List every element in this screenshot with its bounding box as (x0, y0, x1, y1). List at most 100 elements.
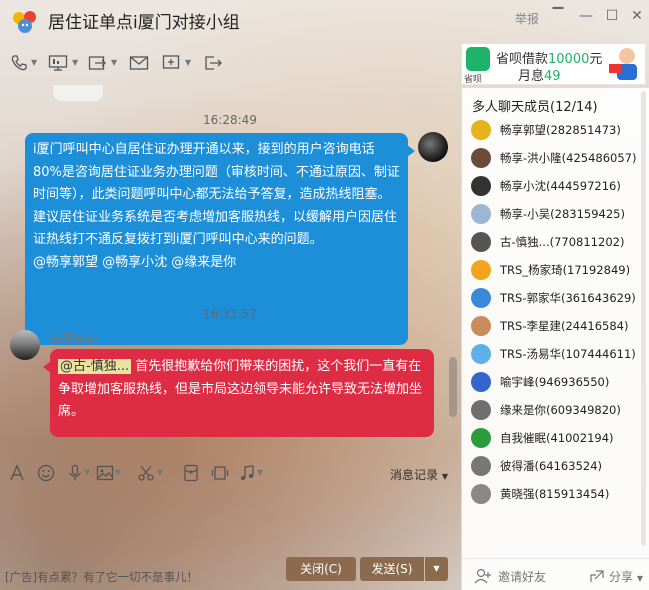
sender-name: 缘来是你 (50, 332, 99, 346)
add-app-icon[interactable] (162, 54, 182, 74)
member-list-item[interactable]: 畅享小沈(444597216) (471, 174, 646, 200)
member-avatar[interactable] (471, 148, 491, 168)
member-list-item[interactable]: 缘来是你(609349820) (471, 398, 646, 424)
member-avatar[interactable] (471, 260, 491, 280)
footer-ad-text[interactable]: [广告]有点累？有了它一切不是事儿！ (5, 569, 198, 585)
image-icon[interactable] (96, 464, 114, 482)
chat-window: 居住证单点i厦门对接小组 举报 ▔ — ☐ ✕ ▼ ▼ ▼ ▼ 省呗 省呗借款1… (0, 0, 649, 590)
history-dropdown-icon: ▼ (441, 472, 448, 481)
send-button[interactable]: 发送(S) (360, 557, 424, 581)
member-list-item[interactable]: 自我催眠(41002194) (471, 426, 646, 452)
phone-icon[interactable] (10, 54, 28, 74)
message-timestamp: 16:28:49 (203, 113, 257, 127)
app-dropdown-icon[interactable]: ▼ (185, 58, 191, 67)
member-list-item[interactable]: 喻宇峰(946936550) (471, 370, 646, 396)
window-title: 居住证单点i厦门对接小组 (48, 13, 240, 33)
member-avatar[interactable] (471, 232, 491, 252)
phone-dropdown-icon[interactable]: ▼ (31, 58, 37, 67)
message-bubble-other[interactable]: @古-慎独... 首先很抱歉给你们带来的困扰，这个我们一直有在争取增加客服热线，… (43, 349, 434, 437)
member-name: 彼得潘(64163524) (500, 459, 603, 473)
member-name: 畅享-小吴(283159425) (500, 207, 625, 221)
member-name: 畅享郭望(282851473) (500, 123, 621, 137)
message-history-link[interactable]: 消息记录 ▼ (390, 466, 448, 483)
report-link[interactable]: 举报 (515, 10, 539, 27)
member-name: 黄晓强(815913454) (500, 487, 610, 501)
minimize-icon[interactable]: — (578, 8, 594, 24)
screen-dropdown-icon[interactable]: ▼ (72, 58, 78, 67)
member-list-item[interactable]: TRS-郭家华(361643629) (471, 286, 646, 312)
member-scrollbar[interactable] (640, 91, 647, 546)
member-list-item[interactable]: 畅享-小吴(283159425) (471, 202, 646, 228)
share-dropdown-icon: ▼ (636, 574, 643, 583)
member-list-item[interactable]: 古-慎独...(770811202) (471, 230, 646, 256)
member-panel-header: 多人聊天成员(12/14) (472, 100, 598, 115)
more-dropdown-icon[interactable]: ▼ (257, 468, 263, 477)
avatar-self[interactable] (418, 132, 448, 162)
member-name: 喻宇峰(946936550) (500, 375, 610, 389)
member-name: TRS-汤易华(107444611) (500, 347, 636, 361)
emoji-icon[interactable] (37, 464, 55, 482)
member-avatar[interactable] (471, 316, 491, 336)
skin-icon[interactable]: ▔ (550, 8, 566, 24)
title-bar: 居住证单点i厦门对接小组 举报 ▔ — ☐ ✕ (0, 0, 649, 40)
member-name: 自我催眠(41002194) (500, 431, 614, 445)
message-mentions: @畅享郭望 @畅享小沈 @缘来是你 (33, 254, 237, 270)
member-avatar[interactable] (471, 372, 491, 392)
maximize-icon[interactable]: ☐ (604, 8, 620, 24)
invite-friends-link[interactable]: 邀请好友 (498, 568, 546, 585)
member-name: 畅享小沈(444597216) (500, 179, 621, 193)
ad-figure-icon (609, 48, 637, 80)
exit-group-icon[interactable] (203, 54, 223, 74)
share-icon[interactable] (588, 567, 606, 585)
voice-dropdown-icon[interactable]: ▼ (84, 468, 90, 477)
member-avatar[interactable] (471, 204, 491, 224)
close-icon[interactable]: ✕ (629, 8, 645, 24)
member-list-item[interactable]: TRS_杨家琦(17192849) (471, 258, 646, 284)
member-avatar[interactable] (471, 428, 491, 448)
member-panel-footer: 邀请好友 分享 ▼ (462, 558, 649, 590)
file-dropdown-icon[interactable]: ▼ (111, 58, 117, 67)
screenshot-scissors-icon[interactable] (137, 464, 155, 482)
message-text: i厦门呼叫中心自居住证办理开通以来，接到的用户咨询电话80%是咨询居住证业务办理… (33, 142, 400, 247)
member-avatar[interactable] (471, 400, 491, 420)
share-link[interactable]: 分享 ▼ (609, 568, 643, 585)
mention-chip[interactable]: @古-慎独... (58, 359, 132, 374)
invite-icon[interactable] (474, 567, 492, 585)
member-avatar[interactable] (471, 176, 491, 196)
ad-banner[interactable]: 省呗 省呗借款10000元 月息49 (461, 43, 646, 85)
member-avatar[interactable] (471, 120, 491, 140)
screenshot-dropdown-icon[interactable]: ▼ (157, 468, 163, 477)
member-list-item[interactable]: TRS-汤易华(107444611) (471, 342, 646, 368)
image-dropdown-icon[interactable]: ▼ (115, 468, 121, 477)
member-list-item[interactable]: 畅享-洪小隆(425486057) (471, 146, 646, 172)
message-timestamp: 16:31:57 (203, 307, 257, 321)
transfer-file-icon[interactable] (88, 54, 108, 74)
member-list-item[interactable]: 畅享郭望(282851473) (471, 118, 646, 144)
member-name: TRS-李星建(24416584) (500, 319, 629, 333)
send-options-button[interactable]: ▼ (425, 557, 448, 581)
shake-window-icon[interactable] (211, 464, 229, 482)
voice-message-icon[interactable] (66, 464, 84, 482)
group-chat-icon (13, 11, 36, 33)
member-avatar[interactable] (471, 456, 491, 476)
member-name: TRS-郭家华(361643629) (500, 291, 636, 305)
member-avatar[interactable] (471, 288, 491, 308)
mail-icon[interactable] (129, 54, 149, 74)
member-list-item[interactable]: 彼得潘(64163524) (471, 454, 646, 480)
screen-share-icon[interactable] (48, 54, 68, 74)
member-list-item[interactable]: TRS-李星建(24416584) (471, 314, 646, 340)
chat-scrollbar[interactable] (449, 357, 457, 417)
music-note-icon[interactable] (238, 464, 256, 482)
member-name: 古-慎独...(770811202) (500, 235, 625, 249)
avatar-other[interactable] (10, 330, 40, 360)
red-packet-icon[interactable] (182, 464, 200, 482)
close-button[interactable]: 关闭(C) (286, 557, 356, 581)
member-avatar[interactable] (471, 484, 491, 504)
member-avatar[interactable] (471, 344, 491, 364)
message-area[interactable]: 16:28:49 i厦门呼叫中心自居住证办理开通以来，接到的用户咨询电话80%是… (0, 85, 460, 455)
shengbei-logo-icon (466, 47, 490, 71)
font-icon[interactable] (8, 464, 26, 482)
chat-toolbar: ▼ ▼ ▼ ▼ (0, 48, 460, 82)
member-list-item[interactable]: 黄晓强(815913454) (471, 482, 646, 508)
member-name: 缘来是你(609349820) (500, 403, 621, 417)
